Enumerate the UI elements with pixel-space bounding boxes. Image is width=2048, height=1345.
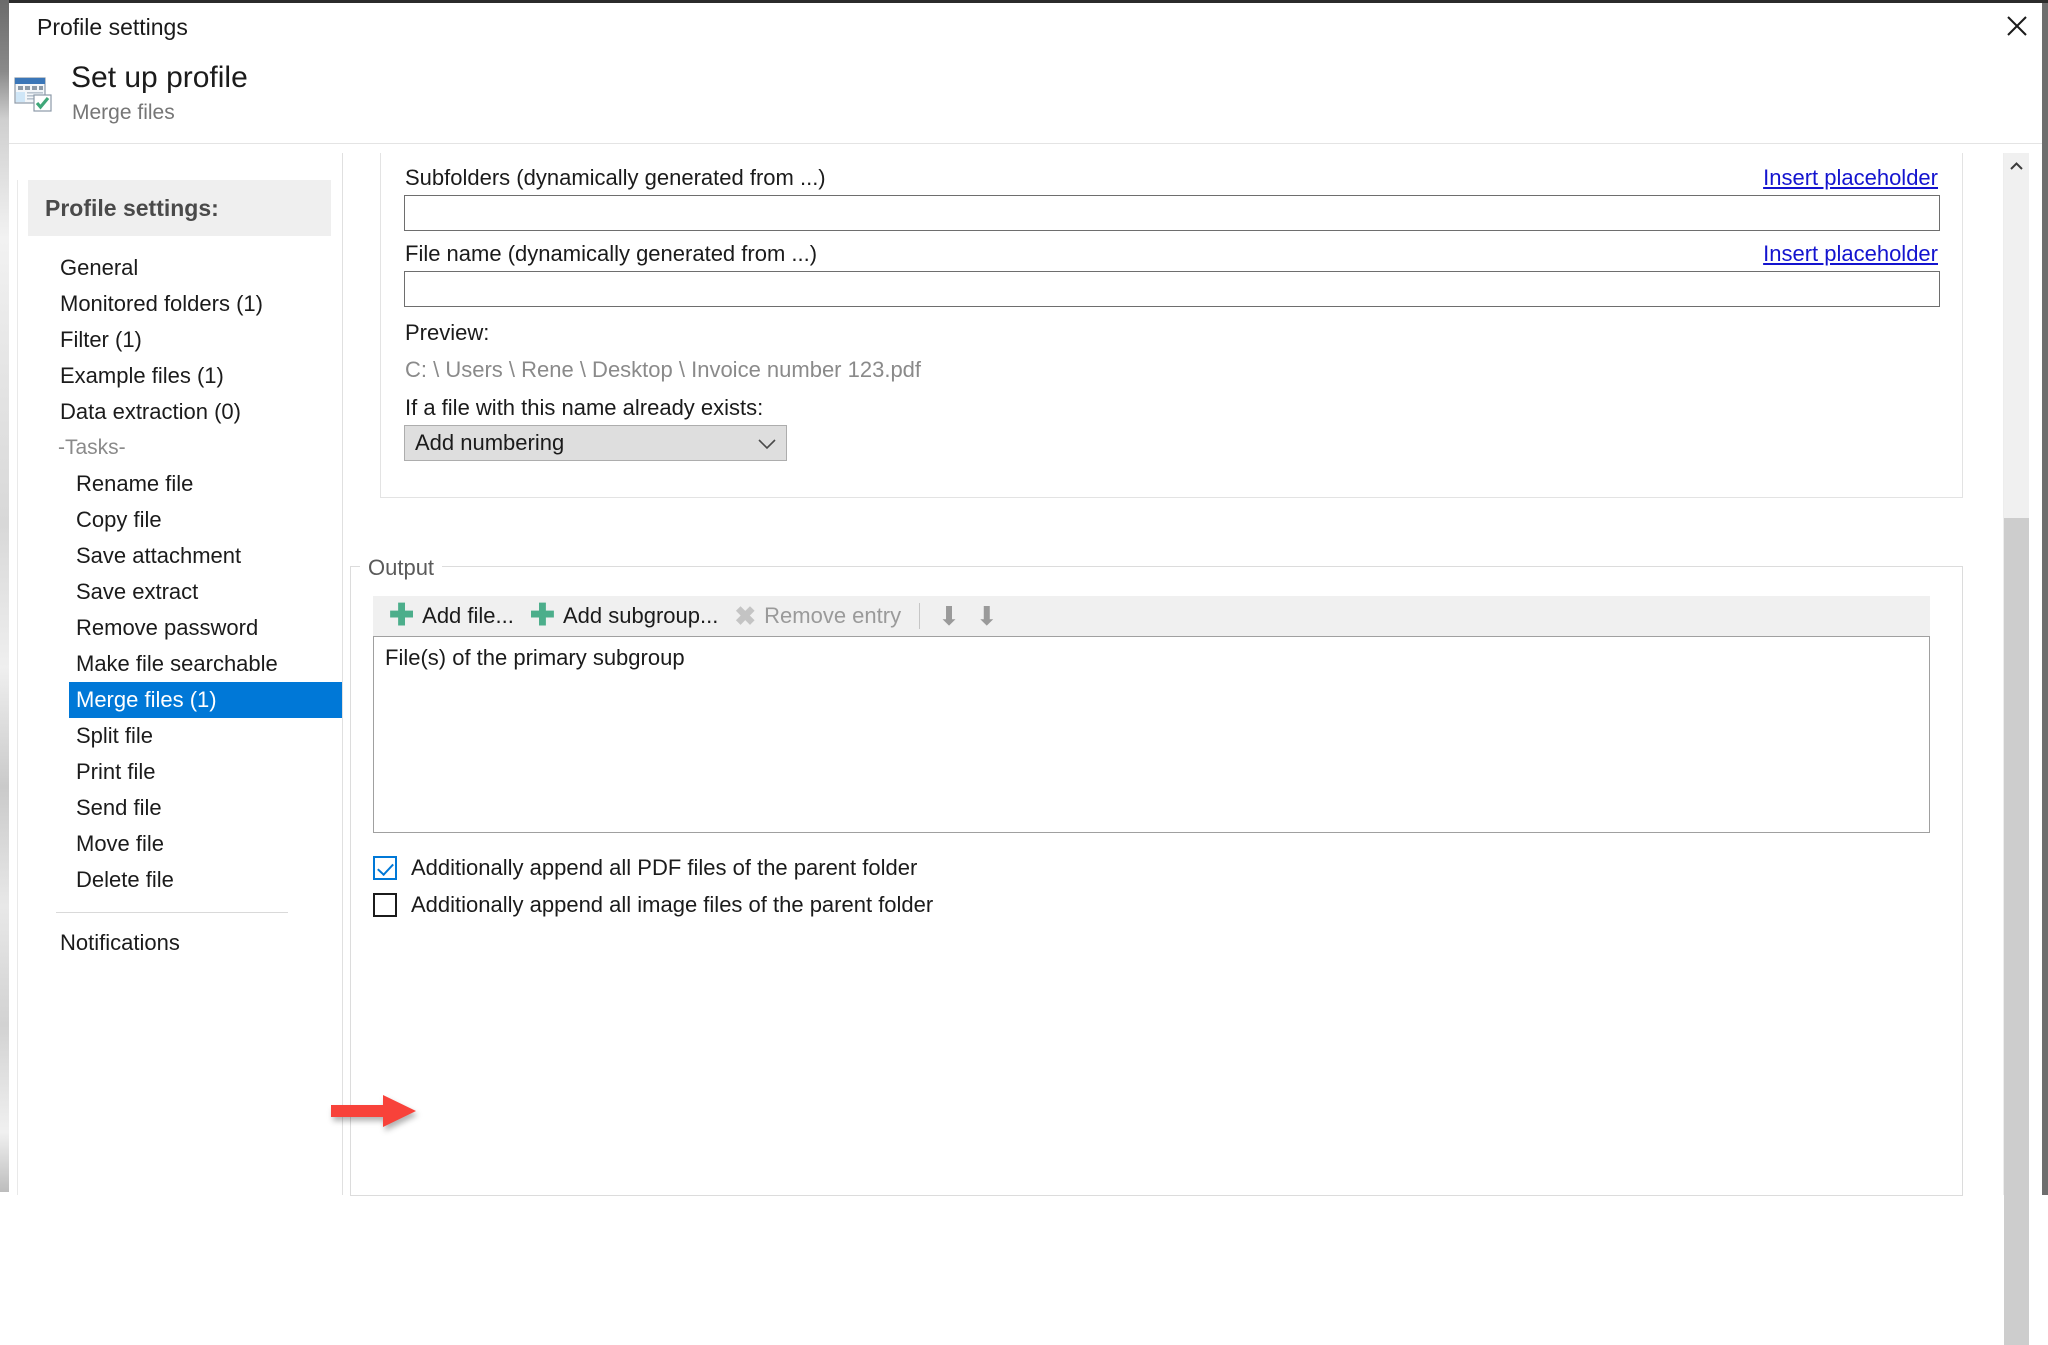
title-bar: Profile settings bbox=[9, 3, 2048, 51]
sidebar-item-make-file-searchable[interactable]: Make file searchable bbox=[18, 646, 335, 682]
append-pdf-checkbox-row[interactable]: Additionally append all PDF files of the… bbox=[373, 855, 917, 881]
filename-label: File name (dynamically generated from ..… bbox=[405, 241, 818, 266]
page-title: Set up profile bbox=[71, 61, 248, 94]
append-pdf-label: Additionally append all PDF files of the… bbox=[411, 855, 918, 880]
sidebar-item-notifications[interactable]: Notifications bbox=[18, 925, 335, 961]
annotation-arrow-icon bbox=[331, 1094, 416, 1128]
plus-icon: ✚ bbox=[389, 599, 415, 632]
sidebar-item-move-file[interactable]: Move file bbox=[18, 826, 335, 862]
move-down-button[interactable]: ⬇ bbox=[968, 598, 1006, 634]
vertical-scrollbar[interactable] bbox=[2003, 153, 2029, 1345]
chevron-down-icon bbox=[758, 430, 776, 456]
window-title: Profile settings bbox=[37, 14, 188, 40]
append-image-checkbox-row[interactable]: Additionally append all image files of t… bbox=[373, 892, 933, 918]
close-icon bbox=[2005, 14, 2029, 38]
sidebar-item-save-extract[interactable]: Save extract bbox=[18, 574, 335, 610]
chevron-up-icon bbox=[2010, 157, 2023, 175]
main-panel: Subfolders (dynamically generated from .… bbox=[342, 153, 1965, 1196]
add-subgroup-label: Add subgroup... bbox=[563, 603, 719, 628]
profile-settings-dialog: Profile settings Set up profile Merge fi… bbox=[9, 0, 2048, 1345]
add-file-button[interactable]: ✚ Add file... bbox=[381, 598, 522, 634]
sidebar-divider bbox=[56, 912, 288, 913]
sidebar-item-send-file[interactable]: Send file bbox=[18, 790, 335, 826]
scroll-up-button[interactable] bbox=[2004, 153, 2029, 178]
output-listbox[interactable]: File(s) of the primary subgroup bbox=[373, 636, 1930, 833]
scrollbar-track[interactable] bbox=[2004, 178, 2029, 518]
dialog-header: Set up profile Merge files bbox=[9, 51, 2048, 143]
sidebar-group-label: -Tasks- bbox=[58, 436, 126, 459]
arrow-down-icon: ⬇ bbox=[975, 601, 998, 631]
sidebar-item-merge-files-1[interactable]: Merge files (1) bbox=[69, 682, 342, 718]
filename-insert-placeholder-link[interactable]: Insert placeholder bbox=[1763, 241, 1938, 267]
header-divider bbox=[9, 143, 2048, 144]
file-exists-dropdown[interactable]: Add numbering bbox=[404, 425, 787, 461]
sidebar: Profile settings: General Monitored folde… bbox=[17, 180, 342, 1195]
remove-entry-button[interactable]: ✖ Remove entry bbox=[726, 598, 909, 634]
sidebar-item-filter-1[interactable]: Filter (1) bbox=[18, 322, 335, 358]
scrollbar-thumb[interactable] bbox=[2004, 518, 2029, 1345]
append-pdf-checkbox[interactable] bbox=[373, 856, 397, 880]
subfolders-insert-placeholder-link[interactable]: Insert placeholder bbox=[1763, 165, 1938, 191]
subfolders-input[interactable] bbox=[404, 195, 1940, 231]
naming-card: Subfolders (dynamically generated from .… bbox=[380, 153, 1963, 498]
sidebar-item-save-attachment[interactable]: Save attachment bbox=[18, 538, 335, 574]
plus-icon: ✚ bbox=[529, 599, 555, 632]
sidebar-item-data-extraction-0[interactable]: Data extraction (0) bbox=[18, 394, 335, 430]
file-exists-selected-value: Add numbering bbox=[415, 430, 565, 455]
toolbar-separator bbox=[919, 603, 921, 629]
subfolders-label: Subfolders (dynamically generated from .… bbox=[405, 165, 826, 190]
close-x-icon: ✖ bbox=[734, 601, 757, 631]
panel-divider bbox=[342, 153, 343, 1195]
sidebar-item-example-files-1[interactable]: Example files (1) bbox=[18, 358, 335, 394]
sidebar-nav-list: General Monitored folders (1) Filter (1) Ex… bbox=[18, 250, 342, 961]
preview-label: Preview: bbox=[405, 320, 490, 345]
add-file-label: Add file... bbox=[422, 603, 514, 628]
list-item[interactable]: File(s) of the primary subgroup bbox=[374, 637, 1929, 671]
window-right-edge bbox=[2042, 3, 2048, 1195]
remove-entry-label: Remove entry bbox=[764, 603, 902, 628]
sidebar-item-print-file[interactable]: Print file bbox=[18, 754, 335, 790]
sidebar-item-rename-file[interactable]: Rename file bbox=[18, 466, 335, 502]
add-subgroup-button[interactable]: ✚ Add subgroup... bbox=[522, 598, 726, 634]
sidebar-item-general[interactable]: General bbox=[18, 250, 335, 286]
sidebar-item-split-file[interactable]: Split file bbox=[18, 718, 335, 754]
sidebar-item-delete-file[interactable]: Delete file bbox=[18, 862, 335, 898]
move-up-button[interactable]: ⬇ bbox=[930, 598, 968, 634]
output-group-legend: Output bbox=[360, 555, 443, 581]
profile-window-check-icon bbox=[14, 76, 54, 112]
background-window-sliver bbox=[0, 0, 9, 1192]
file-exists-label: If a file with this name already exists: bbox=[405, 395, 764, 420]
append-image-label: Additionally append all image files of t… bbox=[411, 892, 934, 917]
append-image-checkbox[interactable] bbox=[373, 893, 397, 917]
page-subtitle: Merge files bbox=[72, 101, 175, 124]
output-toolbar: ✚ Add file... ✚ Add subgroup... ✖ Remove… bbox=[373, 596, 1930, 636]
sidebar-heading: Profile settings: bbox=[28, 180, 331, 236]
sidebar-item-monitored-folders-1[interactable]: Monitored folders (1) bbox=[18, 286, 335, 322]
sidebar-item-copy-file[interactable]: Copy file bbox=[18, 502, 335, 538]
preview-value: C: \ Users \ Rene \ Desktop \ Invoice nu… bbox=[405, 357, 922, 382]
arrow-up-icon: ⬇ bbox=[938, 601, 960, 631]
close-button[interactable] bbox=[1986, 3, 2048, 49]
filename-input[interactable] bbox=[404, 271, 1940, 307]
sidebar-item-remove-password[interactable]: Remove password bbox=[18, 610, 335, 646]
